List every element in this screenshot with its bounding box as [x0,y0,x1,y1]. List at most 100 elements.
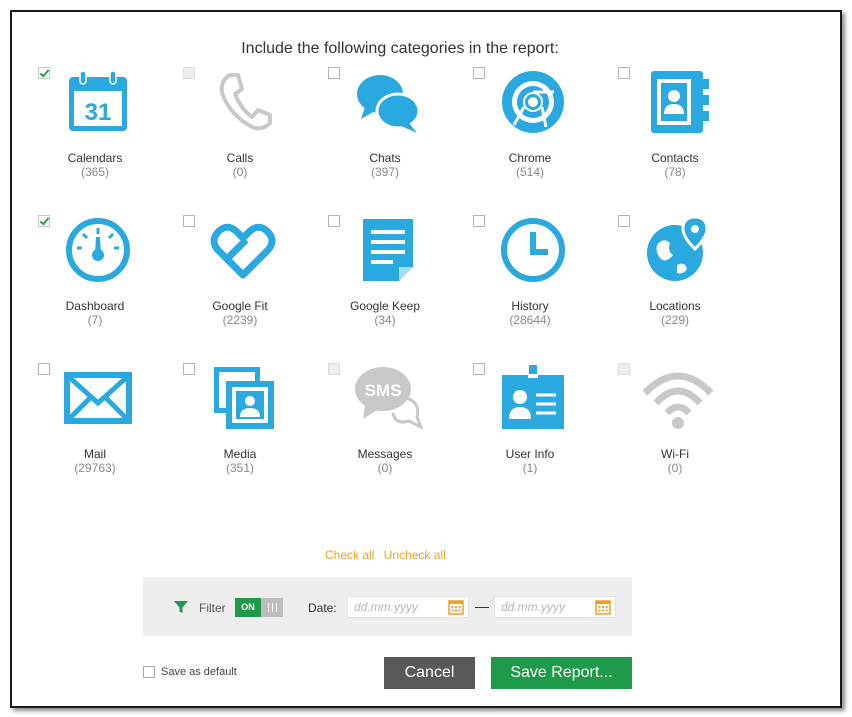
category-label: Calls [226,151,254,165]
cancel-button[interactable]: Cancel [384,657,475,689]
category-tile-locations[interactable]: Locations (229) [618,215,748,345]
filter-label: Filter [199,601,226,615]
category-label: User Info [505,447,555,461]
date-from-input[interactable] [354,599,438,615]
note-icon [363,219,413,281]
category-label: History [511,299,549,313]
date-label: Date: [308,601,337,615]
chrome-icon [502,71,564,133]
date-from-box [347,596,469,618]
date-to-box [494,596,616,618]
id-badge-icon [502,365,564,429]
category-tile-calls: Calls (0) [183,67,313,197]
category-label: Locations [649,299,701,313]
category-tile-google-keep[interactable]: Google Keep (34) [328,215,458,345]
save-as-default-label: Save as default [161,666,237,679]
clock-icon [501,218,565,282]
category-count: (7) [87,313,103,327]
category-tile-contacts[interactable]: Contacts (78) [618,67,748,197]
category-checkbox[interactable] [183,363,195,375]
gauge-icon [66,218,130,282]
category-tile-dashboard[interactable]: Dashboard (7) [38,215,168,345]
category-checkbox [183,67,195,79]
uncheck-all-link[interactable]: Uncheck all [384,548,446,562]
globe-pin-icon [647,215,709,281]
category-checkbox[interactable] [183,215,195,227]
check-all-link[interactable]: Check all [325,548,374,562]
category-count: (29763) [74,461,116,475]
save-as-default-checkbox[interactable] [143,666,155,679]
category-checkbox[interactable] [328,67,340,79]
save-report-button[interactable]: Save Report... [491,657,632,689]
category-checkbox[interactable] [328,215,340,227]
save-as-default-option[interactable]: Save as default [143,666,237,679]
category-label: Chats [369,151,401,165]
chat-bubbles-icon [357,75,421,133]
photos-icon [214,367,274,429]
wifi-icon [643,372,713,429]
category-count: (0) [667,461,683,475]
category-checkbox[interactable] [38,215,50,227]
category-checkbox[interactable] [38,67,50,79]
category-label: Google Fit [212,299,268,313]
funnel-icon [174,601,188,613]
category-tile-chats[interactable]: Chats (397) [328,67,458,197]
svg-text:SMS: SMS [365,381,402,400]
category-label: Messages [357,447,413,461]
category-checkbox[interactable] [38,363,50,375]
filter-bar: Filter ON Date: [143,577,632,636]
category-tile-messages: SMS Messages (0) [328,363,458,493]
category-tile-google-fit[interactable]: Google Fit (2239) [183,215,313,345]
category-tile-wi-fi: Wi-Fi (0) [618,363,748,493]
svg-text:31: 31 [85,99,112,126]
category-label: Mail [83,447,106,461]
phone-icon [219,73,272,131]
date-range-dash [475,607,489,608]
heart-icon [210,223,276,279]
category-checkbox [618,363,630,375]
sms-icon: SMS [355,367,423,430]
category-tile-history[interactable]: History (28644) [473,215,603,345]
category-checkbox[interactable] [618,215,630,227]
category-tile-calendars[interactable]: 31 Calendars (365) [38,67,168,197]
calendar-picker-icon[interactable] [448,599,464,615]
category-label: Calendars [67,151,123,165]
category-label: Wi-Fi [661,447,689,461]
category-checkbox[interactable] [473,363,485,375]
category-count: (2239) [222,313,258,327]
category-count: (514) [515,165,544,179]
category-checkbox [328,363,340,375]
category-count: (1) [522,461,538,475]
category-count: (78) [664,165,686,179]
category-count: (0) [232,165,248,179]
category-label: Media [223,447,257,461]
calendar-icon: 31 [69,70,127,131]
category-count: (0) [377,461,393,475]
toggle-on-label: ON [235,598,261,617]
calendar-picker-icon[interactable] [595,599,611,615]
category-checkbox[interactable] [618,67,630,79]
contacts-book-icon [651,71,709,133]
category-count: (397) [370,165,399,179]
category-checkbox[interactable] [473,215,485,227]
category-tile-media[interactable]: Media (351) [183,363,313,493]
category-label: Chrome [508,151,552,165]
dialog-heading: Include the following categories in the … [241,40,559,57]
category-tile-mail[interactable]: Mail (29763) [38,363,168,493]
category-checkbox[interactable] [473,67,485,79]
category-tile-user-info[interactable]: User Info (1) [473,363,603,493]
category-count: (28644) [509,313,551,327]
date-to-input[interactable] [501,599,585,615]
category-count: (34) [374,313,396,327]
category-count: (351) [225,461,254,475]
category-label: Google Keep [349,299,421,313]
category-label: Dashboard [65,299,125,313]
category-count: (229) [660,313,689,327]
check-links: Check all Uncheck all [325,548,452,562]
category-count: (365) [80,165,109,179]
category-label: Contacts [651,151,699,165]
toggle-grip-icon [268,603,277,612]
filter-toggle[interactable]: ON [235,598,283,617]
envelope-icon [64,372,132,424]
category-tile-chrome[interactable]: Chrome (514) [473,67,603,197]
